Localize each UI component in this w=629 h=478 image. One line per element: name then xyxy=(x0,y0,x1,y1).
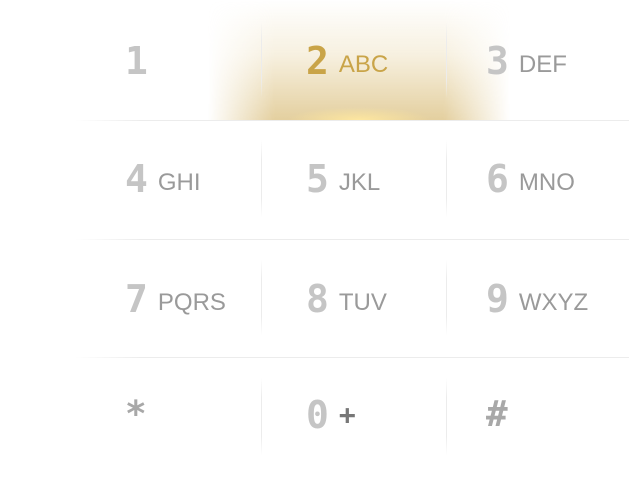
key-7[interactable]: 7 PQRS xyxy=(125,240,261,358)
key-digit: 8 xyxy=(306,277,329,321)
column-divider xyxy=(446,22,447,98)
key-8[interactable]: 8 TUV xyxy=(306,240,446,358)
column-divider xyxy=(261,378,262,456)
key-1[interactable]: 1 xyxy=(125,2,261,120)
key-letters: JKL xyxy=(338,169,381,196)
key-letters: TUV xyxy=(338,289,387,316)
key-4[interactable]: 4 GHI xyxy=(125,120,261,238)
key-digit: 7 xyxy=(125,277,148,321)
dial-keypad: 1 2 ABC 3 DEF 4 GHI 5 JKL 6 MNO 7 PQRS 8… xyxy=(0,0,629,478)
key-letters: DEF xyxy=(518,51,567,78)
key-letters: MNO xyxy=(518,169,575,196)
key-digit: 5 xyxy=(306,157,329,201)
key-5[interactable]: 5 JKL xyxy=(306,120,446,238)
column-divider xyxy=(261,22,262,98)
key-letters: ABC xyxy=(338,51,389,78)
key-9[interactable]: 9 WXYZ xyxy=(486,240,629,358)
plus-icon: + xyxy=(338,398,356,431)
key-digit: 0 xyxy=(306,393,329,437)
column-divider xyxy=(446,140,447,218)
key-letters: GHI xyxy=(157,169,201,196)
key-digit: 4 xyxy=(125,157,148,201)
key-3[interactable]: 3 DEF xyxy=(486,2,629,120)
key-0[interactable]: 0 + xyxy=(306,356,446,474)
key-digit: 6 xyxy=(486,157,509,201)
column-divider xyxy=(446,378,447,456)
row-divider xyxy=(75,239,629,240)
column-divider xyxy=(261,140,262,218)
row-divider xyxy=(75,357,629,358)
column-divider xyxy=(446,260,447,336)
hash-icon: # xyxy=(486,394,508,435)
key-letters: PQRS xyxy=(157,289,226,316)
key-digit: 1 xyxy=(125,39,148,83)
key-2[interactable]: 2 ABC xyxy=(306,2,446,120)
asterisk-icon: * xyxy=(125,394,147,435)
key-letters: WXYZ xyxy=(518,289,589,316)
key-digit: 2 xyxy=(306,39,329,83)
key-digit: 3 xyxy=(486,39,509,83)
key-hash[interactable]: # xyxy=(486,356,629,474)
row-divider xyxy=(75,120,629,121)
key-digit: 9 xyxy=(486,277,509,321)
column-divider xyxy=(261,260,262,336)
key-6[interactable]: 6 MNO xyxy=(486,120,629,238)
key-star[interactable]: * xyxy=(125,356,261,474)
